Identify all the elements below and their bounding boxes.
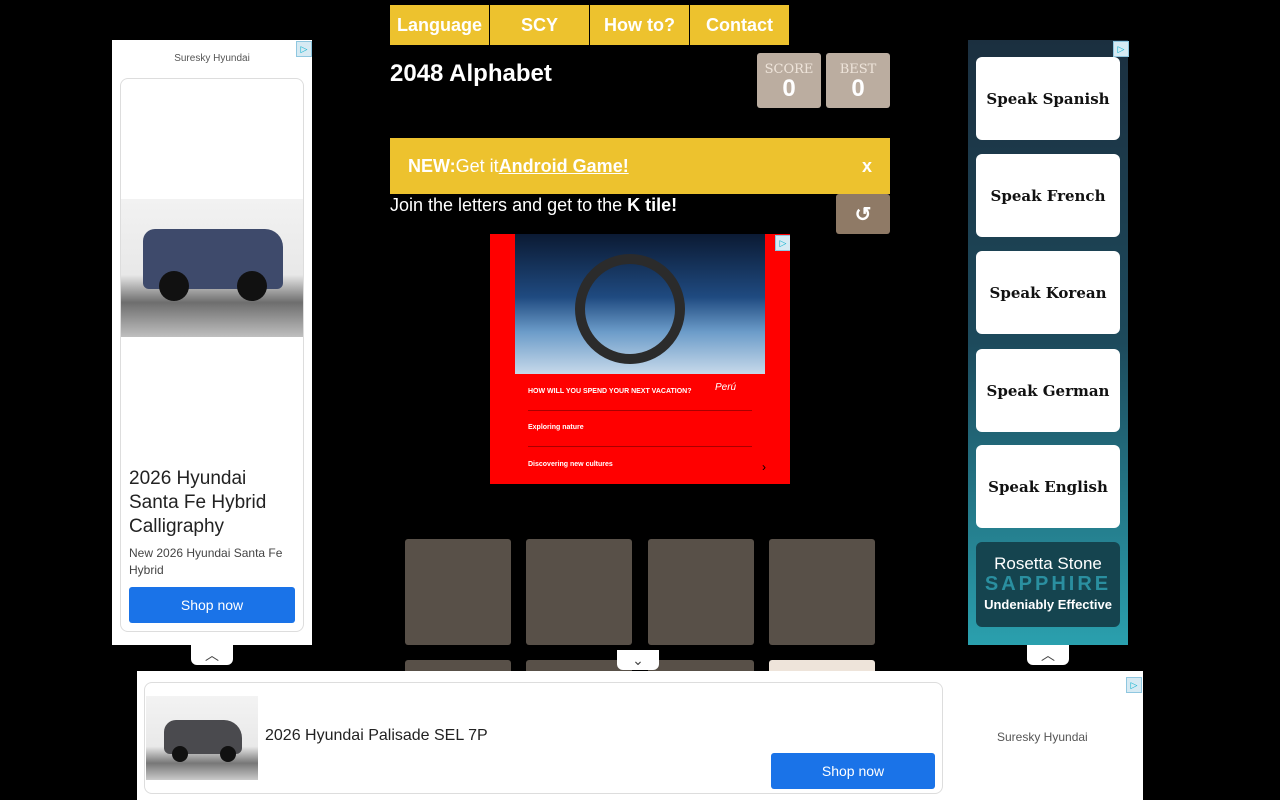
- nav-how-to[interactable]: How to?: [590, 5, 690, 45]
- ad-headline[interactable]: 2026 Hyundai Santa Fe Hybrid Calligraphy: [129, 467, 299, 539]
- nav-contact[interactable]: Contact: [690, 5, 790, 45]
- instructions-goal: K tile!: [627, 195, 678, 215]
- chevron-up-icon[interactable]: ︿: [1027, 645, 1069, 665]
- product-name: SAPPHIRE: [984, 573, 1112, 595]
- best-box: BEST 0: [826, 53, 890, 108]
- grid-cell: [405, 539, 511, 645]
- shop-now-button[interactable]: Shop now: [129, 587, 295, 623]
- shop-now-button[interactable]: Shop now: [771, 753, 935, 789]
- chevron-right-icon[interactable]: ›: [762, 460, 766, 474]
- game-title: 2048 Alphabet: [390, 60, 552, 87]
- android-game-link[interactable]: Android Game!: [499, 156, 629, 177]
- banner-text: Get it: [455, 155, 499, 176]
- left-ad[interactable]: Suresky Hyundai ▷ 2026 Hyundai Santa Fe …: [112, 40, 312, 645]
- adchoices-icon[interactable]: ▷: [775, 235, 790, 251]
- speak-german-card[interactable]: Speak German: [976, 349, 1120, 432]
- score-value: 0: [782, 75, 796, 102]
- ad-card[interactable]: 2026 Hyundai Palisade SEL 7P Shop now: [144, 682, 943, 794]
- ad-card[interactable]: 2026 Hyundai Santa Fe Hybrid Calligraphy…: [120, 78, 304, 632]
- bottom-ad[interactable]: ▷ 2026 Hyundai Palisade SEL 7P Shop now …: [137, 671, 1143, 800]
- banner-close-button[interactable]: x: [862, 156, 872, 177]
- speak-korean-card[interactable]: Speak Korean: [976, 251, 1120, 334]
- peru-logo: Perú: [715, 382, 737, 393]
- chevron-up-icon[interactable]: ︿: [191, 645, 233, 665]
- instructions: Join the letters and get to the K tile!: [390, 195, 677, 216]
- wheel: [159, 271, 189, 301]
- wheel: [172, 746, 188, 762]
- adchoices-icon[interactable]: ▷: [1126, 677, 1142, 693]
- wheel: [220, 746, 236, 762]
- ad-subtitle: New 2026 Hyundai Santa Fe Hybrid: [129, 546, 283, 577]
- brand-name: Rosetta Stone: [994, 554, 1102, 573]
- rosetta-stone-logo[interactable]: Rosetta Stone SAPPHIRE Undeniably Effect…: [976, 542, 1120, 627]
- grid-cell: [648, 539, 754, 645]
- undo-button[interactable]: ↺: [836, 194, 890, 234]
- chevron-down-icon[interactable]: ⌄: [617, 650, 659, 670]
- station-ring: [575, 254, 685, 364]
- divider: [528, 446, 752, 447]
- adchoices-icon[interactable]: ▷: [296, 41, 312, 57]
- car-image: [121, 199, 303, 337]
- instructions-text: Join the letters and get to the: [390, 195, 628, 215]
- wheel: [237, 271, 267, 301]
- score-box: SCORE 0: [757, 53, 821, 108]
- top-nav: Language SCY How to? Contact: [390, 5, 790, 45]
- adchoices-icon[interactable]: ▷: [1113, 41, 1129, 57]
- center-ad[interactable]: HOW WILL YOU SPEND YOUR NEXT VACATION? P…: [490, 234, 790, 484]
- banner-new-label: NEW:: [408, 155, 456, 176]
- car-image: [146, 696, 258, 780]
- divider: [528, 410, 752, 411]
- speak-english-card[interactable]: Speak English: [976, 445, 1120, 528]
- grid-cell: [526, 539, 632, 645]
- ad-headline[interactable]: 2026 Hyundai Palisade SEL 7P: [265, 727, 488, 745]
- ad-question: HOW WILL YOU SPEND YOUR NEXT VACATION?: [528, 388, 692, 395]
- nav-language[interactable]: Language: [390, 5, 490, 45]
- nav-scy[interactable]: SCY: [490, 5, 590, 45]
- advertiser-name: Suresky Hyundai: [997, 730, 1088, 744]
- speak-french-card[interactable]: Speak French: [976, 154, 1120, 237]
- speak-spanish-card[interactable]: Speak Spanish: [976, 57, 1120, 140]
- grid-cell: [769, 539, 875, 645]
- right-ad[interactable]: ▷ Speak Spanish Speak French Speak Korea…: [968, 40, 1129, 645]
- space-station-image: [515, 234, 765, 374]
- android-banner: NEW: Get it Android Game! x: [390, 138, 890, 194]
- tagline: Undeniably Effective: [984, 597, 1112, 612]
- ad-option-cultures[interactable]: Discovering new cultures: [528, 461, 613, 468]
- best-value: 0: [851, 75, 865, 102]
- ad-option-nature[interactable]: Exploring nature: [528, 424, 584, 431]
- advertiser-name: Suresky Hyundai: [174, 53, 250, 64]
